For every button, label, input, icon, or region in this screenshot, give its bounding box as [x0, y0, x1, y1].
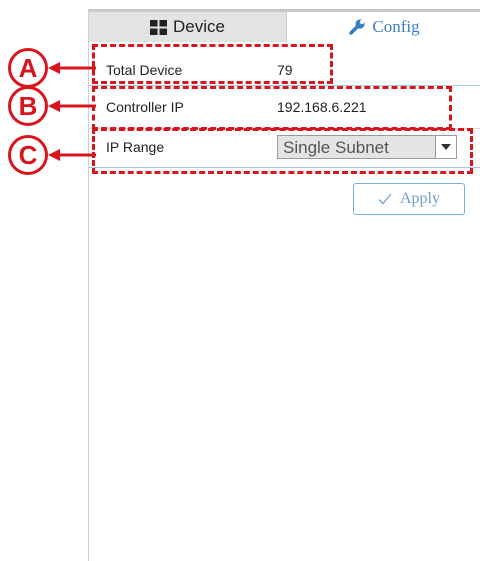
tab-config-label: Config	[372, 17, 420, 36]
annotation-arrow-a	[48, 62, 96, 74]
annotation-arrow-b	[48, 100, 96, 112]
annotation-box-a	[92, 44, 333, 84]
annotation-arrow-c	[48, 149, 96, 161]
wrench-icon	[348, 18, 366, 36]
annotation-badge-c: C	[8, 135, 48, 175]
screenshot-canvas: Device Config Total Device 79 Controller…	[0, 0, 480, 561]
apply-label: Apply	[400, 190, 440, 207]
annotation-badge-a: A	[8, 48, 48, 88]
tab-bar: Device Config	[89, 9, 480, 42]
annotation-box-c	[92, 128, 473, 174]
annotation-badge-b: B	[8, 86, 48, 126]
tab-device-label: Device	[173, 17, 225, 36]
tab-device[interactable]: Device	[89, 12, 287, 42]
annotation-box-b	[92, 86, 452, 130]
checkmark-icon	[378, 193, 392, 205]
tab-config[interactable]: Config	[287, 12, 480, 42]
grid-icon	[150, 19, 168, 35]
apply-button[interactable]: Apply	[353, 183, 465, 215]
